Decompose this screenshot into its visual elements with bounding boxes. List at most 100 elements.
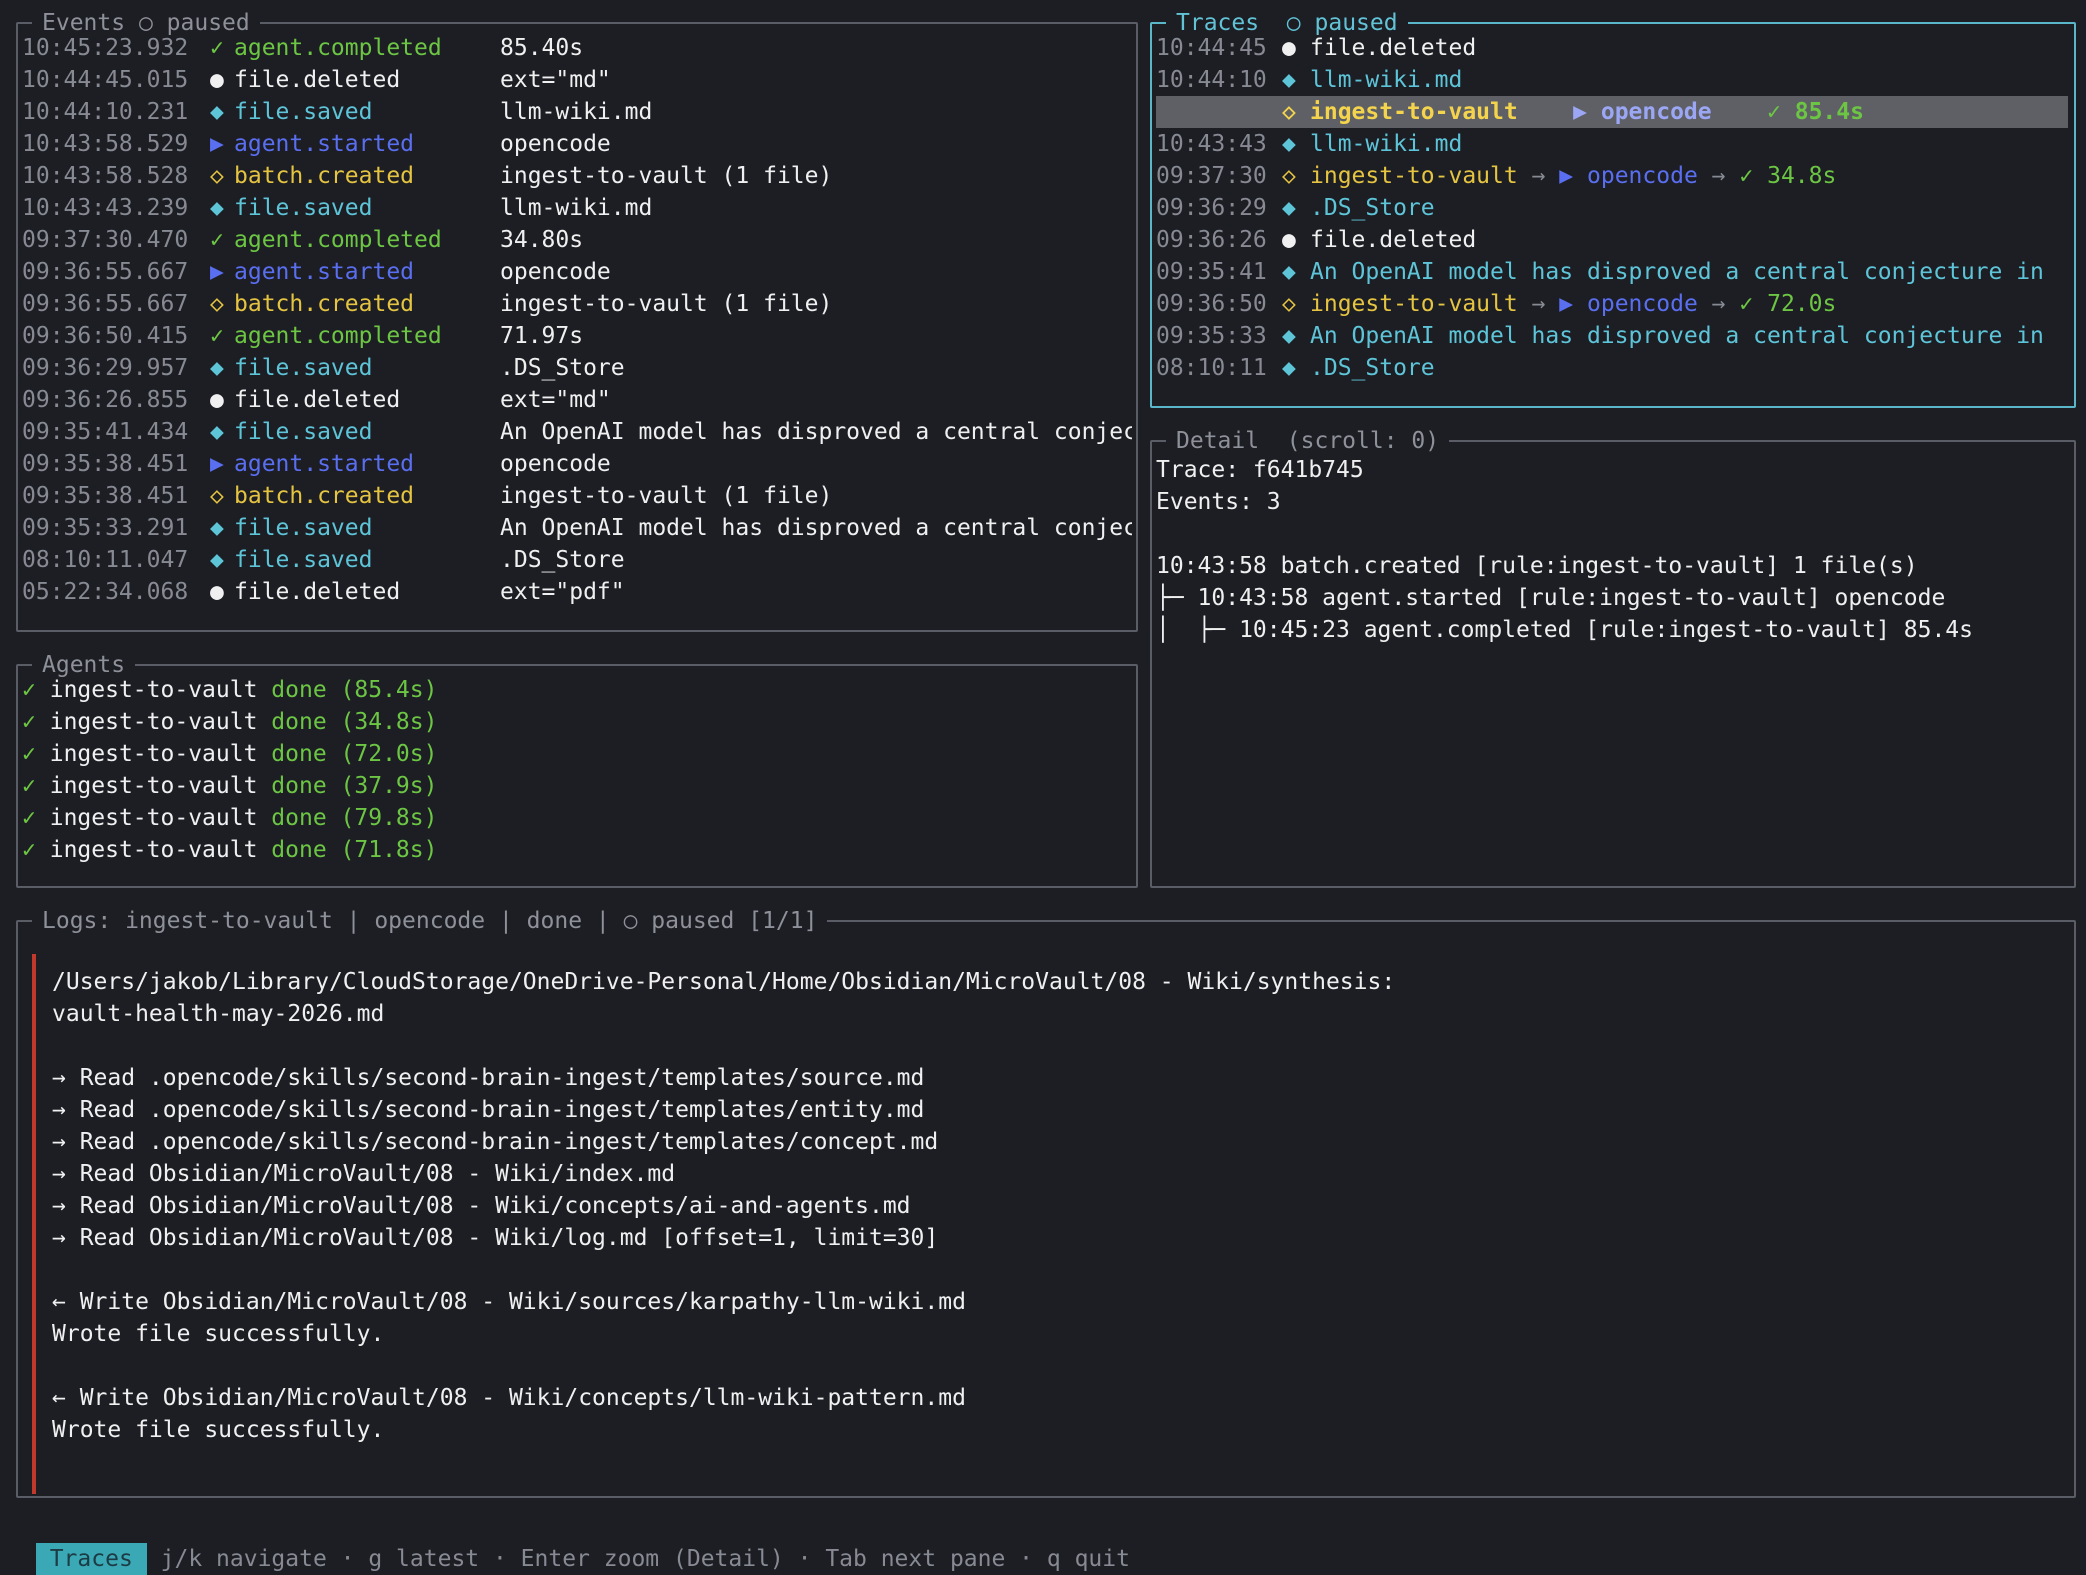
event-row[interactable]: 09:37:30.470 ✓ agent.completed 34.80s xyxy=(22,224,1132,256)
event-row[interactable]: 09:36:55.667 ◇ batch.created ingest-to-vaul… xyxy=(22,288,1132,320)
event-type-icon: ● xyxy=(210,579,224,605)
trace-row[interactable]: 10:44:45 ● file.deleted xyxy=(1156,32,2068,64)
events-pane[interactable]: Events ○ paused 10:45:23.932 ✓ agent.compl… xyxy=(16,6,1138,632)
agent-row[interactable]: ✓ ingest-to-vault done (34.8s) xyxy=(22,706,1132,738)
agent-status: done xyxy=(271,709,327,735)
event-row[interactable]: 05:22:34.068 ● file.deleted ext="pdf" xyxy=(22,576,1132,608)
event-time: 09:36:55.667 xyxy=(22,259,189,285)
agent-name: ingest-to-vault xyxy=(49,837,258,863)
event-detail: llm-wiki.md xyxy=(500,99,653,125)
agents-list[interactable]: ✓ ingest-to-vault done (85.4s) ✓ ingest-t… xyxy=(22,674,1132,866)
check-icon: ✓ xyxy=(22,805,36,831)
log-accent-bar xyxy=(32,954,36,1494)
trace-row[interactable]: 10:44:10 ◆ llm-wiki.md xyxy=(1156,64,2068,96)
agents-pane[interactable]: Agents ✓ ingest-to-vault done (85.4s) ✓ i… xyxy=(16,648,1138,888)
check-icon: ✓ xyxy=(1739,163,1754,189)
play-icon: ▶ xyxy=(1559,163,1574,189)
event-row[interactable]: 10:43:43.239 ◆ file.saved llm-wiki.md xyxy=(22,192,1132,224)
event-row[interactable]: 10:43:58.529 ▶ agent.started opencode xyxy=(22,128,1132,160)
event-name: agent.started xyxy=(234,131,415,157)
trace-text-group: ingest-to-vault → ▶ opencode → ✓ 72.0s xyxy=(1310,288,1836,320)
trace-row[interactable]: 08:10:11 ◆ .DS_Store xyxy=(1156,352,2068,384)
event-name: batch.created xyxy=(234,163,415,189)
event-detail: opencode xyxy=(500,451,611,477)
arrow-icon: → xyxy=(1531,291,1546,317)
event-row[interactable]: 09:36:26.855 ● file.deleted ext="md" xyxy=(22,384,1132,416)
trace-row-selected[interactable]: ◇ ingest-to-vault ▶ opencode ✓ 85.4s xyxy=(1156,96,2068,128)
trace-row[interactable]: 09:35:33 ◆ An OpenAI model has disproved a… xyxy=(1156,320,2068,352)
agent-row[interactable]: ✓ ingest-to-vault done (37.9s) xyxy=(22,770,1132,802)
event-row[interactable]: 09:36:29.957 ◆ file.saved .DS_Store xyxy=(22,352,1132,384)
detail-line: │ ├─ 10:45:23 agent.completed [rule:inge… xyxy=(1156,617,1973,643)
event-row[interactable]: 10:45:23.932 ✓ agent.completed 85.40s xyxy=(22,32,1132,64)
event-detail: ingest-to-vault (1 file) xyxy=(500,291,833,317)
trace-time: 08:10:11 xyxy=(1156,355,1267,381)
trace-type-icon: ◆ xyxy=(1282,67,1296,93)
trace-type-icon: ◇ xyxy=(1282,291,1296,317)
trace-agent: opencode xyxy=(1587,163,1698,189)
check-icon: ✓ xyxy=(22,709,36,735)
trace-row[interactable]: 09:36:50 ◇ ingest-to-vault → ▶ opencode → … xyxy=(1156,288,2068,320)
trace-row[interactable]: 09:37:30 ◇ ingest-to-vault → ▶ opencode → … xyxy=(1156,160,2068,192)
event-time: 08:10:11.047 xyxy=(22,547,189,573)
event-row[interactable]: 09:35:41.434 ◆ file.saved An OpenAI model h… xyxy=(22,416,1132,448)
trace-name: ingest-to-vault xyxy=(1310,99,1518,125)
event-row[interactable]: 10:44:10.231 ◆ file.saved llm-wiki.md xyxy=(22,96,1132,128)
event-time: 05:22:34.068 xyxy=(22,579,189,605)
event-detail: ext="md" xyxy=(500,387,611,413)
log-line: ← Write Obsidian/MicroVault/08 - Wiki/co… xyxy=(52,1385,966,1411)
event-type-icon: ◆ xyxy=(210,515,224,541)
event-type-icon: ◆ xyxy=(210,99,224,125)
trace-text-group: llm-wiki.md xyxy=(1310,64,1462,96)
trace-type-icon: ◇ xyxy=(1282,99,1296,125)
event-row[interactable]: 09:35:33.291 ◆ file.saved An OpenAI model h… xyxy=(22,512,1132,544)
event-type-icon: ◆ xyxy=(210,547,224,573)
trace-result: 72.0s xyxy=(1767,291,1837,317)
trace-row[interactable]: 09:35:41 ◆ An OpenAI model has disproved a… xyxy=(1156,256,2068,288)
event-detail: .DS_Store xyxy=(500,355,625,381)
trace-text-group: ingest-to-vault → ▶ opencode → ✓ 34.8s xyxy=(1310,160,1836,192)
trace-time: 09:35:33 xyxy=(1156,323,1267,349)
trace-time: 10:44:10 xyxy=(1156,67,1267,93)
agent-row[interactable]: ✓ ingest-to-vault done (71.8s) xyxy=(22,834,1132,866)
event-row[interactable]: 09:36:55.667 ▶ agent.started opencode xyxy=(22,256,1132,288)
trace-type-icon: ● xyxy=(1282,35,1296,61)
play-icon: ▶ xyxy=(1559,291,1574,317)
agent-duration: (85.4s) xyxy=(340,677,438,703)
agent-row[interactable]: ✓ ingest-to-vault done (79.8s) xyxy=(22,802,1132,834)
log-line: Wrote file successfully. xyxy=(52,1417,385,1443)
event-row[interactable]: 10:43:58.528 ◇ batch.created ingest-to-vaul… xyxy=(22,160,1132,192)
event-time: 09:36:26.855 xyxy=(22,387,189,413)
traces-pane[interactable]: Traces ○ paused 10:44:45 ● file.deleted 10:… xyxy=(1150,6,2076,408)
event-type-icon: ✓ xyxy=(210,35,224,61)
agent-row[interactable]: ✓ ingest-to-vault done (85.4s) xyxy=(22,674,1132,706)
event-detail: opencode xyxy=(500,259,611,285)
event-row[interactable]: 10:44:45.015 ● file.deleted ext="md" xyxy=(22,64,1132,96)
trace-row[interactable]: 09:36:26 ● file.deleted xyxy=(1156,224,2068,256)
event-type-icon: ◇ xyxy=(210,163,224,189)
detail-pane[interactable]: Detail (scroll: 0) Trace: f641b745 Events… xyxy=(1150,424,2076,888)
trace-name: file.deleted xyxy=(1310,227,1477,253)
trace-name: An OpenAI model has disproved a central … xyxy=(1310,323,2044,349)
event-row[interactable]: 09:35:38.451 ◇ batch.created ingest-to-vaul… xyxy=(22,480,1132,512)
trace-row[interactable]: 10:43:43 ◆ llm-wiki.md xyxy=(1156,128,2068,160)
log-line: vault-health-may-2026.md xyxy=(52,1001,385,1027)
event-row[interactable]: 08:10:11.047 ◆ file.saved .DS_Store xyxy=(22,544,1132,576)
trace-name: ingest-to-vault xyxy=(1310,291,1518,317)
traces-list[interactable]: 10:44:45 ● file.deleted 10:44:10 ◆ llm-wiki.m… xyxy=(1156,32,2068,384)
trace-type-icon: ◆ xyxy=(1282,355,1296,381)
event-row[interactable]: 09:35:38.451 ▶ agent.started opencode xyxy=(22,448,1132,480)
event-name: batch.created xyxy=(234,291,415,317)
trace-text-group: .DS_Store xyxy=(1310,352,1435,384)
logs-pane[interactable]: Logs: ingest-to-vault | opencode | done … xyxy=(16,904,2076,1498)
event-time: 09:35:38.451 xyxy=(22,451,189,477)
events-list[interactable]: 10:45:23.932 ✓ agent.completed 85.40s 10:44:… xyxy=(22,32,1132,608)
check-icon: ✓ xyxy=(1767,99,1781,125)
trace-row[interactable]: 09:36:29 ◆ .DS_Store xyxy=(1156,192,2068,224)
event-name: batch.created xyxy=(234,483,415,509)
log-line: → Read .opencode/skills/second-brain-ing… xyxy=(52,1129,939,1155)
event-name: file.saved xyxy=(234,419,373,445)
event-row[interactable]: 09:36:50.415 ✓ agent.completed 71.97s xyxy=(22,320,1132,352)
agent-row[interactable]: ✓ ingest-to-vault done (72.0s) xyxy=(22,738,1132,770)
